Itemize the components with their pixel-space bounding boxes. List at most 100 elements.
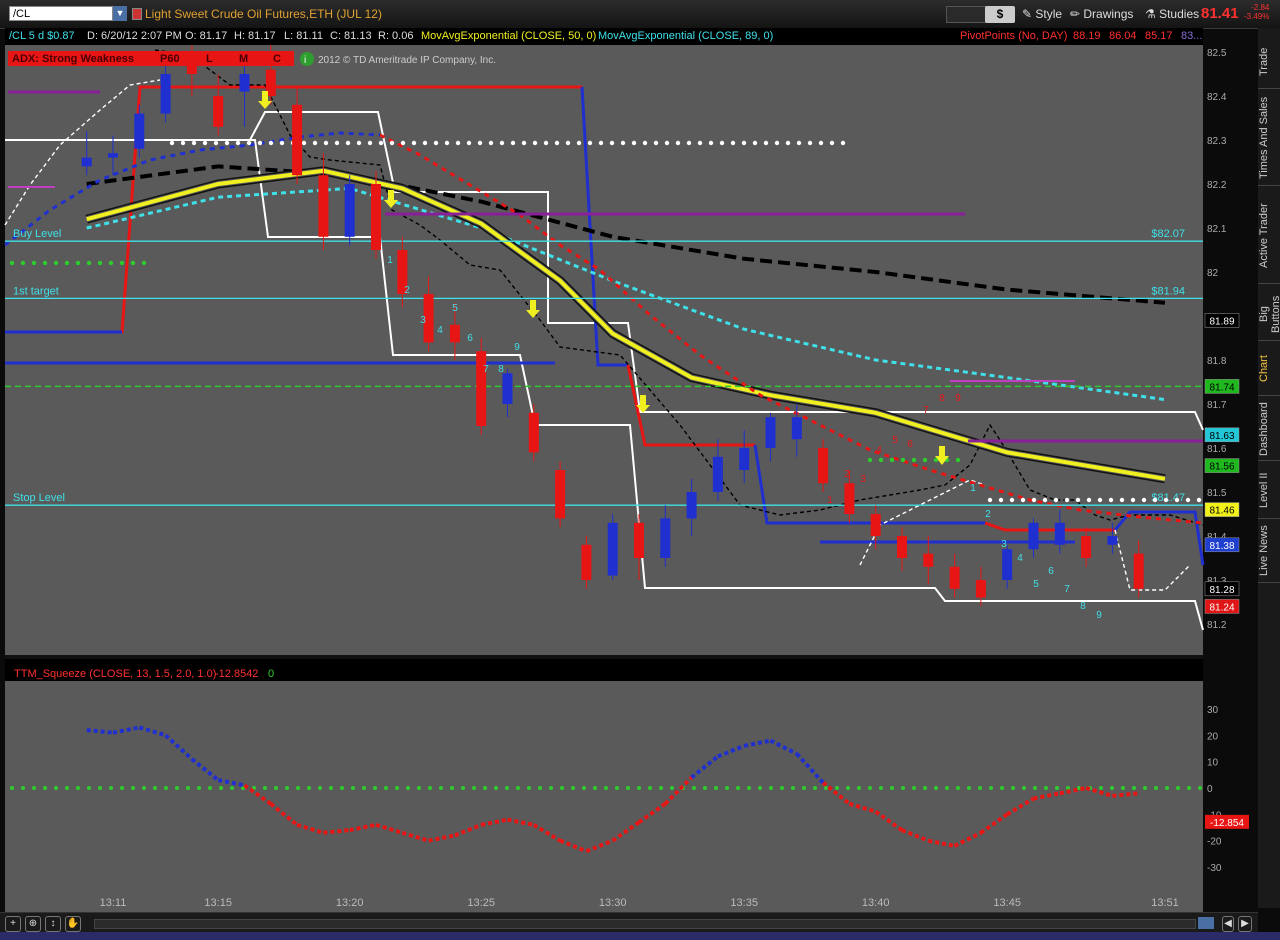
squeeze-dot <box>889 457 895 463</box>
candle-body <box>213 96 224 127</box>
candle-body <box>686 492 697 519</box>
pivot-dot <box>532 140 538 146</box>
side-tab-times-and-sales[interactable]: Times And Sales <box>1258 90 1280 186</box>
time-tick-label: 13:25 <box>467 897 495 909</box>
scroll-left-icon[interactable]: ◀ <box>1222 916 1234 932</box>
zero-dot <box>1165 786 1169 790</box>
pan-icon[interactable]: ✋ <box>65 916 81 932</box>
zero-dot <box>32 786 36 790</box>
crosshair-icon[interactable]: ↕ <box>45 916 61 932</box>
sequence-count-label: 5 <box>892 435 898 446</box>
side-tab-active-trader[interactable]: Active Trader <box>1258 188 1280 284</box>
dollar-button[interactable]: $ <box>985 6 1015 23</box>
style-button[interactable]: ✎ Style <box>1022 6 1062 23</box>
zero-dot <box>186 786 190 790</box>
side-tab-live-news[interactable]: Live News <box>1258 520 1280 583</box>
candle <box>555 461 566 528</box>
side-tab-level-ii[interactable]: Level II <box>1258 463 1280 519</box>
candle-body <box>160 74 171 114</box>
pivot-value: 85.17 <box>1145 30 1173 42</box>
pivot-dot <box>345 140 351 146</box>
studies-button[interactable]: ⚗ Studies <box>1145 6 1199 23</box>
squeeze-dot <box>42 260 48 266</box>
scroll-right-icon[interactable]: ▶ <box>1238 916 1252 932</box>
pivot-dot <box>488 140 494 146</box>
side-tab-chart[interactable]: Chart <box>1258 343 1280 396</box>
squeeze-dot <box>867 457 873 463</box>
scroll-thumb[interactable] <box>1198 917 1214 929</box>
level-label: Stop Level <box>13 492 65 504</box>
candle-body <box>897 536 907 558</box>
pivot-dot <box>1064 497 1070 503</box>
sequence-count-label: 1 <box>387 255 393 266</box>
candle-body <box>818 448 829 484</box>
zero-dot <box>384 786 388 790</box>
ema89-label[interactable]: MovAvgExponential (CLOSE, 89, 0) <box>598 30 773 42</box>
candle-body <box>1028 522 1039 550</box>
pivot-dot <box>840 140 846 146</box>
zero-dot <box>879 786 883 790</box>
pivot-dot <box>433 140 439 146</box>
zero-dot <box>824 786 828 790</box>
zoom-box-icon[interactable]: ⊕ <box>25 916 41 932</box>
zero-dot <box>978 786 982 790</box>
chart-info-bar: /CL 5 d $0.87 D: 6/20/12 2:07 PM O: 81.1… <box>5 28 1203 45</box>
zero-dot <box>813 786 817 790</box>
ttm-title[interactable]: TTM_Squeeze (CLOSE, 13, 1.5, 2.0, 1.0) <box>14 668 216 680</box>
zoom-in-icon[interactable]: + <box>5 916 21 932</box>
pivot-dot <box>1141 497 1147 503</box>
time-tick-label: 13:51 <box>1151 897 1179 909</box>
side-tab-dashboard[interactable]: Dashboard <box>1258 398 1280 461</box>
zero-dot <box>406 786 410 790</box>
drawings-button[interactable]: ✏ Drawings <box>1070 6 1133 23</box>
zero-dot <box>208 786 212 790</box>
candle <box>344 175 355 246</box>
pivot-dot <box>191 140 197 146</box>
sequence-count-label: 2 <box>844 469 850 480</box>
zero-dot <box>483 786 487 790</box>
symbol-dropdown-button[interactable]: ▼ <box>113 6 127 21</box>
sequence-count-label: 8 <box>1080 601 1086 612</box>
pivot-label[interactable]: PivotPoints (No, DAY) <box>960 30 1067 42</box>
pivot-dot <box>1130 497 1136 503</box>
pivot-dot <box>444 140 450 146</box>
bar-open: O: 81.17 <box>185 30 228 42</box>
symbol-input[interactable]: /CL <box>9 6 113 21</box>
chart-area[interactable]: Buy Level $82.07 1st target $81.94 Stop Leve… <box>0 45 1258 912</box>
pivot-dot <box>631 140 637 146</box>
sequence-count-label: 9 <box>1096 610 1102 621</box>
price-pane-bg <box>5 45 1203 655</box>
aggregation-label[interactable]: /CL 5 d $0.87 <box>9 30 75 42</box>
zero-dot <box>912 786 916 790</box>
osc-tick-label: 20 <box>1207 731 1219 742</box>
zero-dot <box>593 786 597 790</box>
title-bar: /CL ▼ Light Sweet Crude Oil Futures,ETH … <box>0 0 1280 29</box>
price-badge-label: 81.24 <box>1209 602 1234 613</box>
side-tab-trade[interactable]: Trade <box>1258 36 1280 89</box>
pane-divider[interactable] <box>5 655 1203 659</box>
zero-dot <box>109 786 113 790</box>
price-tick-label: 82.5 <box>1207 48 1227 59</box>
pivot-dot <box>998 497 1004 503</box>
price-tick-label: 81.8 <box>1207 356 1227 367</box>
pivot-dot <box>730 140 736 146</box>
info-icon[interactable] <box>300 52 314 66</box>
pivot-dot <box>719 140 725 146</box>
candle-body <box>555 470 566 519</box>
squeeze-dot <box>141 260 147 266</box>
pivot-dot <box>1009 497 1015 503</box>
zero-dot <box>428 786 432 790</box>
chart-scrollbar[interactable] <box>94 919 1196 929</box>
zero-dot <box>450 786 454 790</box>
flag-icon[interactable] <box>132 8 142 20</box>
ema50-label[interactable]: MovAvgExponential (CLOSE, 50, 0) <box>421 30 596 42</box>
candle-body <box>371 184 381 250</box>
zero-dot <box>285 786 289 790</box>
sequence-count-label: 1 <box>827 495 833 506</box>
side-tab-big-buttons[interactable]: Big Buttons <box>1258 288 1280 341</box>
info-icon-glyph: i <box>304 55 306 66</box>
zero-dot <box>1154 786 1158 790</box>
drawing-tools-icon[interactable] <box>946 6 986 23</box>
pencil-icon: ✏ <box>1070 7 1084 21</box>
bar-date: D: 6/20/12 2:07 PM <box>87 30 182 42</box>
